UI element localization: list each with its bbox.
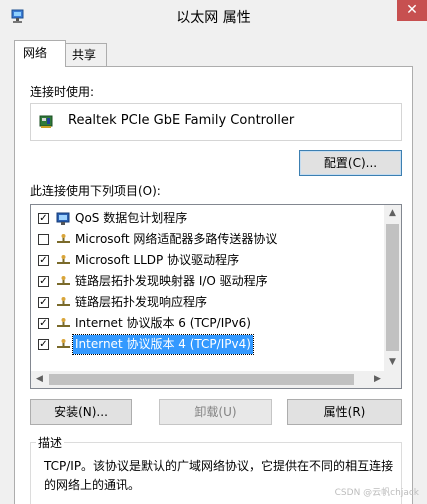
adapter-name: Realtek PCIe GbE Family Controller [68,113,295,128]
window-title: 以太网 属性 [176,10,251,26]
list-item[interactable]: ✓ QoS 数据包计划程序 [31,208,386,229]
properties-button[interactable]: 属性(R) [287,399,402,425]
list-item-label: QoS 数据包计划程序 [75,211,188,225]
list-item-label: 链路层拓扑发现映射器 I/O 驱动程序 [75,274,268,288]
adapter-box: Realtek PCIe GbE Family Controller [30,103,402,141]
list-item[interactable]: ✓ Internet 协议版本 6 (TCP/IPv6) [31,313,386,334]
components-list[interactable]: ✓ QoS 数据包计划程序 Microsoft 网络适配器多路传送器协议 ✓ M… [30,204,402,389]
checkbox[interactable]: ✓ [38,297,49,308]
network-card-icon [39,115,53,128]
list-item-selected[interactable]: ✓ Internet 协议版本 4 (TCP/IPv4) [31,334,386,355]
scrollbar-corner [384,371,401,388]
list-item[interactable]: ✓ 链路层拓扑发现映射器 I/O 驱动程序 [31,271,386,292]
list-item-label: Internet 协议版本 4 (TCP/IPv4) [72,334,254,355]
checkbox[interactable]: ✓ [38,255,49,266]
protocol-icon [57,318,70,327]
list-item[interactable]: ✓ 链路层拓扑发现响应程序 [31,292,386,313]
vertical-scroll-thumb[interactable] [386,224,399,351]
list-item[interactable]: Microsoft 网络适配器多路传送器协议 [31,229,386,250]
scroll-down-icon[interactable]: ▼ [384,354,401,371]
protocol-icon [57,255,70,264]
vertical-scrollbar[interactable]: ▲ ▼ [384,205,401,371]
list-item-label: Microsoft LLDP 协议驱动程序 [75,253,240,267]
close-button[interactable]: ✕ [397,0,427,21]
list-item-label: Internet 协议版本 6 (TCP/IPv6) [75,316,251,330]
checkbox[interactable] [38,234,49,245]
list-item-label: 链路层拓扑发现响应程序 [75,295,208,309]
checkbox[interactable]: ✓ [38,318,49,329]
scroll-left-icon[interactable]: ◀ [31,371,48,388]
scroll-up-icon[interactable]: ▲ [384,205,401,222]
description-legend: 描述 [36,434,65,451]
configure-button[interactable]: 配置(C)... [299,150,402,176]
install-button[interactable]: 安装(N)... [30,399,132,425]
tab-networking[interactable]: 网络 [14,40,66,67]
tab-sharing[interactable]: 共享 [65,43,107,66]
checkbox[interactable]: ✓ [38,339,49,350]
uninstall-button[interactable]: 卸载(U) [159,399,272,425]
protocol-icon [57,234,70,243]
list-item[interactable]: ✓ Microsoft LLDP 协议驱动程序 [31,250,386,271]
checkbox[interactable]: ✓ [38,276,49,287]
horizontal-scroll-thumb[interactable] [49,374,354,385]
horizontal-scrollbar[interactable]: ◀ ▶ [31,371,386,388]
connect-using-label: 连接时使用: [30,85,95,99]
protocol-icon [57,276,70,285]
protocol-icon [57,339,70,348]
watermark: CSDN @云帆chjack [334,488,419,498]
items-label: 此连接使用下列项目(O): [30,184,161,198]
protocol-icon [57,297,70,306]
list-item-label: Microsoft 网络适配器多路传送器协议 [75,232,278,246]
title-bar: 以太网 属性 ✕ [0,0,427,33]
qos-icon [56,212,70,225]
checkbox[interactable]: ✓ [38,213,49,224]
